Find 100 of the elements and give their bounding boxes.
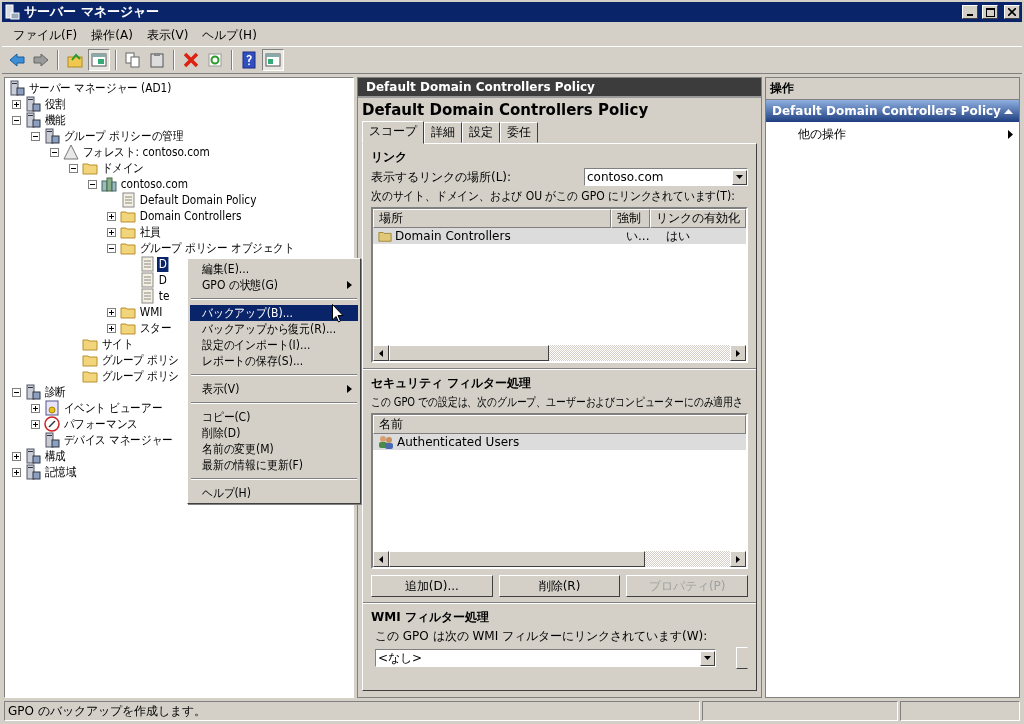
column-header[interactable]: リンクの有効化: [650, 209, 746, 228]
tree-item[interactable]: 構成: [43, 448, 68, 464]
expand-icon[interactable]: [31, 419, 40, 429]
expand-icon[interactable]: [107, 211, 116, 221]
tree-item[interactable]: サーバー マネージャー (AD1): [27, 80, 174, 96]
close-button[interactable]: [1004, 5, 1020, 19]
table-cell: はい: [666, 227, 690, 245]
context-menu-item[interactable]: 表示(V): [190, 381, 358, 397]
tree-item[interactable]: サイト: [100, 336, 136, 352]
action-item[interactable]: 他の操作: [766, 122, 1019, 147]
context-menu-item[interactable]: コピー(C): [190, 409, 358, 425]
tab[interactable]: 委任: [500, 122, 538, 143]
expand-icon[interactable]: [107, 323, 116, 333]
tree-item[interactable]: フォレスト: contoso.com: [81, 144, 212, 160]
tree-item[interactable]: WMI: [138, 304, 165, 320]
expand-icon[interactable]: [31, 403, 40, 413]
section-heading: リンク: [371, 149, 408, 166]
context-menu-item[interactable]: 削除(D): [190, 425, 358, 441]
context-menu-item[interactable]: レポートの保存(S)...: [190, 353, 358, 369]
menu-item[interactable]: 表示(V): [139, 24, 196, 46]
scroll-document-icon: [139, 288, 155, 304]
action-group-header[interactable]: Default Domain Controllers Policy: [766, 100, 1019, 122]
server-icon: [44, 432, 60, 448]
submenu-arrow-icon: [1008, 130, 1013, 139]
tab[interactable]: 設定: [462, 122, 500, 143]
tree-item[interactable]: 社員: [138, 224, 163, 240]
tree-item[interactable]: パフォーマンス: [62, 416, 140, 432]
submenu-arrow-icon: [347, 281, 352, 289]
server-icon: [25, 464, 41, 480]
tree-item[interactable]: contoso.com: [119, 176, 190, 192]
collapse-arrow-icon: [1004, 108, 1013, 114]
expand-icon[interactable]: [12, 451, 21, 461]
expand-icon[interactable]: [12, 467, 21, 477]
expand-icon[interactable]: [12, 99, 21, 109]
scroll-right-icon: [736, 349, 740, 357]
location-dropdown[interactable]: contoso.com: [584, 168, 748, 186]
collapse-icon[interactable]: [50, 147, 59, 157]
column-header[interactable]: 名前: [373, 415, 746, 434]
action-button[interactable]: 削除(R): [498, 575, 621, 597]
context-menu-item[interactable]: 最新の情報に更新(F): [190, 457, 358, 473]
partial-button[interactable]: [736, 647, 748, 669]
maximize-button[interactable]: [982, 5, 998, 19]
action-pane-icon[interactable]: [262, 49, 284, 71]
collapse-icon[interactable]: [88, 179, 97, 189]
tree-item[interactable]: Default Domain Policy: [138, 192, 259, 208]
tree-item[interactable]: デバイス マネージャー: [62, 432, 175, 448]
folder-icon: [120, 208, 136, 224]
scroll-document-icon: [139, 256, 155, 272]
context-menu-item[interactable]: 編集(E)...: [190, 261, 358, 277]
action-button[interactable]: 追加(D)...: [371, 575, 493, 597]
tree-item[interactable]: グループ ポリシ: [100, 368, 181, 384]
users-icon: [378, 435, 394, 449]
server-icon: [25, 112, 41, 128]
context-menu-item[interactable]: 設定のインポート(I)...: [190, 337, 358, 353]
horizontal-scrollbar[interactable]: [373, 345, 746, 361]
context-menu-item[interactable]: バックアップ(B)...: [190, 305, 358, 321]
collapse-icon[interactable]: [69, 163, 78, 173]
tree-item[interactable]: 役割: [43, 96, 68, 112]
tree-item[interactable]: te: [157, 288, 172, 304]
tree-item[interactable]: グループ ポリシー オブジェクト: [138, 240, 297, 256]
tree-item[interactable]: 記憶域: [43, 464, 79, 480]
tree-item[interactable]: グループ ポリシ: [100, 352, 181, 368]
tree-item[interactable]: 診断: [43, 384, 68, 400]
horizontal-scrollbar[interactable]: [373, 551, 746, 567]
tree-item[interactable]: D: [157, 272, 169, 288]
tree-item[interactable]: イベント ビューアー: [62, 400, 164, 416]
console-tree-icon[interactable]: [88, 49, 110, 71]
server-icon: [25, 384, 41, 400]
column-header[interactable]: 場所: [373, 209, 612, 228]
tree-item[interactable]: ドメイン: [100, 160, 146, 176]
folder-icon: [120, 240, 136, 256]
scroll-document-icon: [120, 192, 136, 208]
wmi-filter-dropdown[interactable]: <なし>: [375, 649, 717, 667]
expand-icon[interactable]: [107, 227, 116, 237]
tree-item[interactable]: D: [157, 256, 169, 272]
minimize-button[interactable]: [962, 5, 978, 19]
maximize-icon: [985, 7, 995, 17]
tree-item[interactable]: Domain Controllers: [138, 208, 244, 224]
dropdown-arrow-icon: [704, 656, 712, 660]
tab[interactable]: スコープ: [362, 121, 424, 144]
context-menu-item[interactable]: GPO の状態(G): [190, 277, 358, 293]
menu-item[interactable]: ヘルプ(H): [195, 24, 264, 46]
column-header[interactable]: 強制: [611, 209, 650, 228]
tab[interactable]: 詳細: [424, 122, 462, 143]
folder-icon: [120, 224, 136, 240]
context-menu-item[interactable]: ヘルプ(H): [190, 485, 358, 501]
collapse-icon[interactable]: [107, 243, 116, 253]
context-menu-item[interactable]: 名前の変更(M): [190, 441, 358, 457]
tree-item[interactable]: 機能: [43, 112, 68, 128]
context-menu-item[interactable]: バックアップから復元(R)...: [190, 321, 358, 337]
tree-item[interactable]: スター: [138, 320, 174, 336]
menu-item[interactable]: ファイル(F): [6, 24, 85, 46]
collapse-icon[interactable]: [12, 387, 21, 397]
menu-item[interactable]: 操作(A): [84, 24, 140, 46]
collapse-icon[interactable]: [31, 131, 40, 141]
scroll-left-icon: [379, 555, 383, 563]
expand-icon[interactable]: [107, 307, 116, 317]
tree-item[interactable]: グループ ポリシーの管理: [62, 128, 186, 144]
collapse-icon[interactable]: [12, 115, 21, 125]
server-icon: [25, 448, 41, 464]
